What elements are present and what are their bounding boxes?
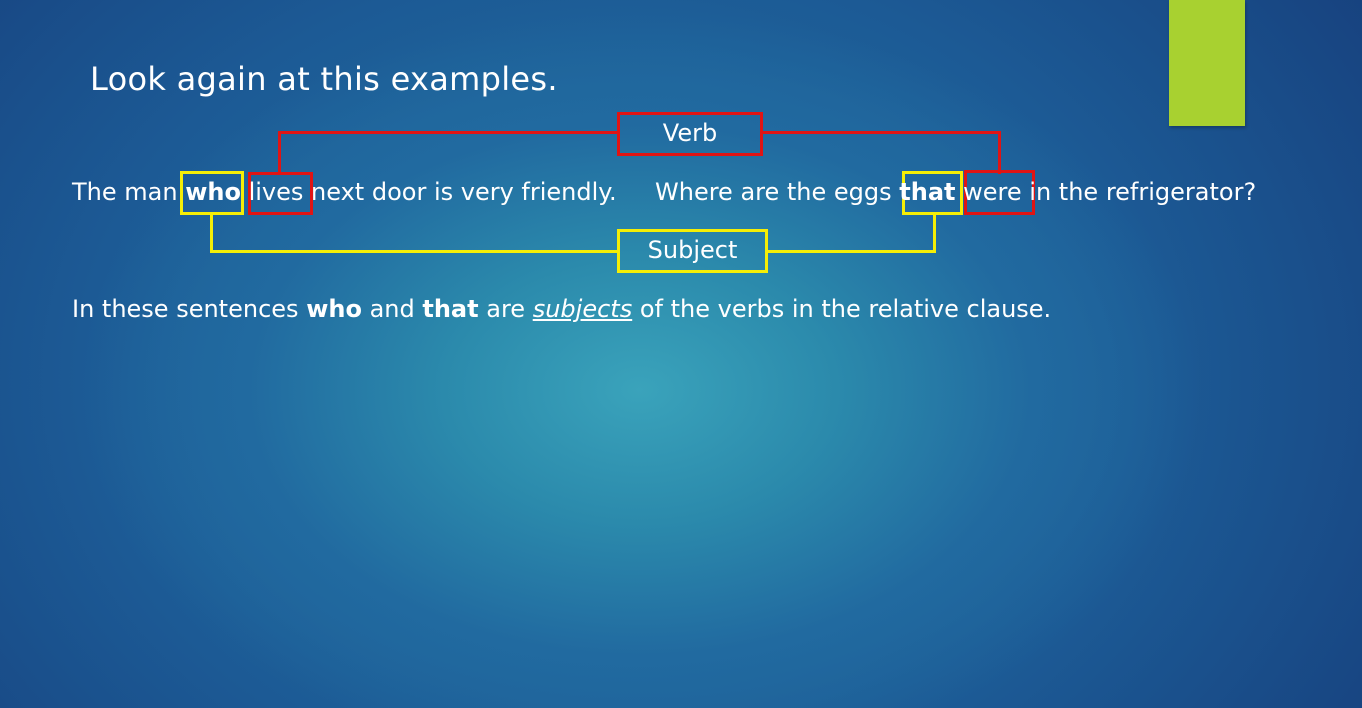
sentence-1-after: next door is very friendly. xyxy=(311,178,617,206)
subject-label: Subject xyxy=(617,229,768,273)
example-sentence-1: The man who lives next door is very frie… xyxy=(72,177,617,207)
subject-connector-left-horizontal xyxy=(210,250,619,253)
explanation-that: that xyxy=(422,295,479,323)
subject-connector-right-vertical xyxy=(933,212,936,253)
verb-connector-left-vertical xyxy=(278,131,281,174)
slide-title: Look again at this examples. xyxy=(90,60,558,98)
slide: Look again at this examples. Verb Subjec… xyxy=(0,0,1362,708)
subject-connector-right-horizontal xyxy=(766,250,936,253)
explanation-text: In these sentences who and that are subj… xyxy=(72,294,1051,324)
sentence-1-verb: lives xyxy=(248,178,304,206)
verb-label: Verb xyxy=(617,112,763,156)
sentence-2-relative-pronoun: that xyxy=(899,178,956,206)
example-sentence-2: Where are the eggs that were in the refr… xyxy=(655,177,1256,207)
explanation-part-3: are xyxy=(486,295,526,323)
explanation-who: who xyxy=(306,295,362,323)
explanation-part-1: In these sentences xyxy=(72,295,299,323)
verb-connector-left-horizontal xyxy=(278,131,619,134)
sentence-2-before: Where are the eggs xyxy=(655,178,892,206)
explanation-part-2: and xyxy=(369,295,415,323)
sentence-2-after: in the refrigerator? xyxy=(1029,178,1257,206)
explanation-part-4: of the verbs in the relative clause. xyxy=(639,295,1052,323)
sentence-1-before: The man xyxy=(72,178,178,206)
subject-connector-left-vertical xyxy=(210,212,213,253)
verb-connector-right-vertical xyxy=(998,131,1001,174)
verb-connector-right-horizontal xyxy=(761,131,1001,134)
sentence-1-relative-pronoun: who xyxy=(185,178,241,206)
accent-bar xyxy=(1169,0,1245,126)
sentence-2-verb: were xyxy=(963,178,1022,206)
explanation-subjects: subjects xyxy=(532,295,633,323)
